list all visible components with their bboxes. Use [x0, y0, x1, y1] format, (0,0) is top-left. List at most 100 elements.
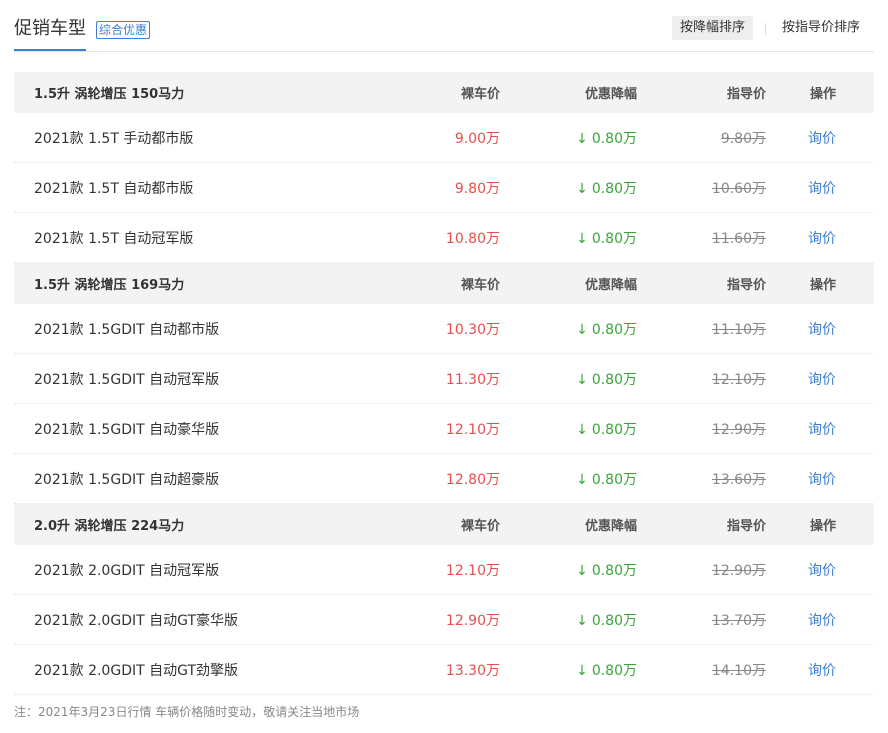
- discount-value: 0.80万: [591, 130, 637, 147]
- inquire-link[interactable]: 询价: [766, 319, 874, 339]
- discount-value: 0.80万: [591, 230, 637, 247]
- discount-value: 0.80万: [591, 321, 637, 338]
- table-row: 2021款 1.5T 手动都市版 9.00万 ↓ 0.80万 9.80万 询价: [14, 113, 874, 163]
- discount-value: 0.80万: [591, 562, 637, 579]
- inquire-link[interactable]: 询价: [766, 469, 874, 489]
- bare-price: 12.90万: [445, 612, 500, 629]
- model-name[interactable]: 2021款 1.5GDIT 自动超豪版: [14, 469, 434, 489]
- promo-table: 1.5升 涡轮增压 150马力 裸车价 优惠降幅 指导价 操作 2021款 1.5T 手动…: [14, 72, 874, 695]
- column-header-discount: 优惠降幅: [584, 87, 637, 102]
- column-header-guide-price: 指导价: [726, 519, 766, 534]
- table-row: 2021款 1.5T 自动冠军版 10.80万 ↓ 0.80万 11.60万 询价: [14, 213, 874, 263]
- guide-price: 13.70万: [711, 612, 766, 629]
- model-name[interactable]: 2021款 1.5T 自动冠军版: [14, 228, 434, 248]
- discount-tag: 综合优惠: [96, 21, 151, 39]
- sort-separator: [765, 23, 766, 35]
- column-header-discount: 优惠降幅: [584, 519, 637, 534]
- discount-cell: ↓ 0.80万: [500, 319, 637, 339]
- inquire-link[interactable]: 询价: [766, 178, 874, 198]
- down-arrow-icon: ↓: [576, 180, 588, 197]
- guide-price: 9.80万: [720, 130, 766, 147]
- guide-price: 10.60万: [711, 180, 766, 197]
- header-divider: [14, 51, 874, 52]
- inquire-link[interactable]: 询价: [766, 228, 874, 248]
- table-row: 2021款 1.5GDIT 自动豪华版 12.10万 ↓ 0.80万 12.90万 询价: [14, 404, 874, 454]
- model-name[interactable]: 2021款 2.0GDIT 自动GT豪华版: [14, 610, 434, 630]
- down-arrow-icon: ↓: [576, 321, 588, 338]
- model-name[interactable]: 2021款 1.5GDIT 自动冠军版: [14, 369, 434, 389]
- group-title: 2.0升 涡轮增压 224马力: [34, 519, 185, 534]
- guide-price: 12.90万: [711, 421, 766, 438]
- guide-price: 11.60万: [711, 230, 766, 247]
- model-name[interactable]: 2021款 2.0GDIT 自动冠军版: [14, 560, 434, 580]
- discount-cell: ↓ 0.80万: [500, 128, 637, 148]
- model-name[interactable]: 2021款 1.5T 手动都市版: [14, 128, 434, 148]
- down-arrow-icon: ↓: [576, 421, 588, 438]
- guide-price: 11.10万: [711, 321, 766, 338]
- table-row: 2021款 2.0GDIT 自动GT豪华版 12.90万 ↓ 0.80万 13.70万询…: [14, 595, 874, 645]
- inquire-link[interactable]: 询价: [766, 128, 874, 148]
- guide-price: 12.90万: [711, 562, 766, 579]
- inquire-link[interactable]: 询价: [766, 419, 874, 439]
- column-header-guide-price: 指导价: [726, 87, 766, 102]
- guide-price: 13.60万: [711, 471, 766, 488]
- section-header: 促销车型 综合优惠 按降幅排序 按指导价排序: [0, 0, 888, 52]
- table-row: 2021款 1.5GDIT 自动都市版 10.30万 ↓ 0.80万 11.10万 询价: [14, 304, 874, 354]
- discount-value: 0.80万: [591, 471, 637, 488]
- discount-cell: ↓ 0.80万: [500, 178, 637, 198]
- inquire-link[interactable]: 询价: [766, 660, 874, 680]
- column-header-price: 裸车价: [460, 278, 500, 293]
- table-row: 2021款 1.5GDIT 自动冠军版 11.30万 ↓ 0.80万 12.10万 询价: [14, 354, 874, 404]
- model-name[interactable]: 2021款 1.5GDIT 自动都市版: [14, 319, 434, 339]
- bare-price: 10.80万: [445, 230, 500, 247]
- group-header: 1.5升 涡轮增压 169马力 裸车价 优惠降幅 指导价 操作: [14, 263, 874, 304]
- column-header-price: 裸车价: [460, 87, 500, 102]
- table-row: 2021款 1.5GDIT 自动超豪版 12.80万 ↓ 0.80万 13.60万 询价: [14, 454, 874, 504]
- group-header: 2.0升 涡轮增压 224马力 裸车价 优惠降幅 指导价 操作: [14, 504, 874, 545]
- column-header-op: 操作: [809, 519, 836, 534]
- discount-cell: ↓ 0.80万: [500, 469, 637, 489]
- sort-by-guide-price-button[interactable]: 按指导价排序: [774, 16, 868, 40]
- discount-cell: ↓ 0.80万: [500, 369, 637, 389]
- inquire-link[interactable]: 询价: [766, 610, 874, 630]
- model-name[interactable]: 2021款 1.5GDIT 自动豪华版: [14, 419, 434, 439]
- down-arrow-icon: ↓: [576, 130, 588, 147]
- discount-cell: ↓ 0.80万: [500, 560, 637, 580]
- down-arrow-icon: ↓: [576, 371, 588, 388]
- group-header: 1.5升 涡轮增压 150马力 裸车价 优惠降幅 指导价 操作: [14, 72, 874, 113]
- model-name[interactable]: 2021款 1.5T 自动都市版: [14, 178, 434, 198]
- down-arrow-icon: ↓: [576, 612, 588, 629]
- discount-cell: ↓ 0.80万: [500, 419, 637, 439]
- discount-value: 0.80万: [591, 662, 637, 679]
- bare-price: 13.30万: [445, 662, 500, 679]
- down-arrow-icon: ↓: [576, 471, 588, 488]
- discount-cell: ↓ 0.80万: [500, 660, 637, 680]
- group-title: 1.5升 涡轮增压 169马力: [34, 278, 185, 293]
- sort-by-discount-button[interactable]: 按降幅排序: [672, 16, 754, 40]
- price-note: 注：2021年3月23日行情 车辆价格随时变动，敬请关注当地市场: [14, 705, 360, 719]
- group-title: 1.5升 涡轮增压 150马力: [34, 87, 185, 102]
- table-row: 2021款 2.0GDIT 自动GT劲擎版 13.30万 ↓ 0.80万 14.10万询…: [14, 645, 874, 695]
- column-header-guide-price: 指导价: [726, 278, 766, 293]
- down-arrow-icon: ↓: [576, 662, 588, 679]
- bare-price: 9.80万: [454, 180, 500, 197]
- model-name[interactable]: 2021款 2.0GDIT 自动GT劲擎版: [14, 660, 434, 680]
- bare-price: 10.30万: [445, 321, 500, 338]
- discount-cell: ↓ 0.80万: [500, 610, 637, 630]
- guide-price: 14.10万: [711, 662, 766, 679]
- column-header-op: 操作: [809, 278, 836, 293]
- section-title[interactable]: 促销车型: [14, 18, 86, 40]
- discount-value: 0.80万: [591, 612, 637, 629]
- table-row: 2021款 2.0GDIT 自动冠军版 12.10万 ↓ 0.80万 12.90万 询价: [14, 545, 874, 595]
- guide-price: 12.10万: [711, 371, 766, 388]
- column-header-op: 操作: [809, 87, 836, 102]
- discount-value: 0.80万: [591, 371, 637, 388]
- discount-value: 0.80万: [591, 180, 637, 197]
- down-arrow-icon: ↓: [576, 562, 588, 579]
- bare-price: 9.00万: [454, 130, 500, 147]
- inquire-link[interactable]: 询价: [766, 369, 874, 389]
- inquire-link[interactable]: 询价: [766, 560, 874, 580]
- discount-cell: ↓ 0.80万: [500, 228, 637, 248]
- column-header-price: 裸车价: [460, 519, 500, 534]
- bare-price: 12.10万: [445, 421, 500, 438]
